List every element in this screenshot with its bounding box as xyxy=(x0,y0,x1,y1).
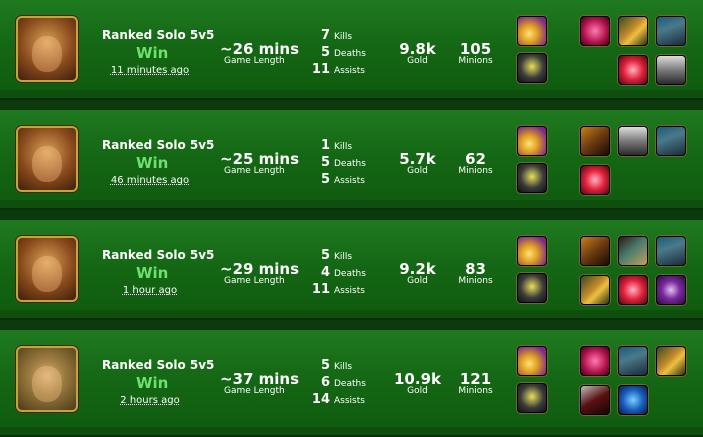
ruby-item-icon[interactable] xyxy=(580,165,610,195)
deaths-stat: 4 Deaths xyxy=(300,265,370,280)
kills-value: 5 xyxy=(320,248,330,263)
match-result: Win xyxy=(136,154,169,172)
kills-value: 7 xyxy=(320,28,330,43)
armor-item-icon[interactable] xyxy=(618,126,648,156)
assists-value: 14 xyxy=(311,392,330,407)
ruby-item-icon[interactable] xyxy=(618,275,648,305)
minions-label: Minions xyxy=(458,386,493,396)
game-length-label: Game Length xyxy=(224,386,285,396)
kills-value: 1 xyxy=(320,138,330,153)
game-length-label: Game Length xyxy=(224,276,285,286)
eye-item-icon[interactable] xyxy=(656,275,686,305)
assists-value: 11 xyxy=(311,62,330,77)
match-result: Win xyxy=(136,44,169,62)
champion-portrait-icon[interactable] xyxy=(16,236,78,302)
deaths-stat: 6 Deaths xyxy=(300,375,370,390)
queue-type: Ranked Solo 5v5 xyxy=(102,28,215,42)
flash-spell-icon[interactable] xyxy=(517,236,547,266)
deaths-value: 4 xyxy=(320,265,330,280)
assists-label: Assists xyxy=(334,176,365,186)
champion-portrait-icon[interactable] xyxy=(16,126,78,192)
kills-stat: 7 Kills xyxy=(300,28,370,43)
assists-label: Assists xyxy=(334,286,365,296)
match-row[interactable]: Ranked Solo 5v5 Win 46 minutes ago ~25 m… xyxy=(0,110,703,210)
game-length-label: Game Length xyxy=(224,166,285,176)
blade-item-icon[interactable] xyxy=(656,346,686,376)
deaths-value: 6 xyxy=(320,375,330,390)
deaths-label: Deaths xyxy=(334,269,366,279)
match-row[interactable]: Ranked Solo 5v5 Win 1 hour ago ~29 mins … xyxy=(0,220,703,320)
assists-label: Assists xyxy=(334,396,365,406)
match-result: Win xyxy=(136,374,169,392)
assists-stat: 14 Assists xyxy=(300,392,370,407)
kills-label: Kills xyxy=(334,32,353,42)
boots-item-icon[interactable] xyxy=(656,126,686,156)
deaths-stat: 5 Deaths xyxy=(300,45,370,60)
assists-label: Assists xyxy=(334,66,365,76)
kills-value: 5 xyxy=(320,358,330,373)
gold-label: Gold xyxy=(407,166,428,176)
flash-spell-icon[interactable] xyxy=(517,346,547,376)
crimson-item-icon[interactable] xyxy=(580,346,610,376)
kills-label: Kills xyxy=(334,142,353,152)
deaths-label: Deaths xyxy=(334,49,366,59)
deaths-label: Deaths xyxy=(334,379,366,389)
queue-type: Ranked Solo 5v5 xyxy=(102,358,215,372)
deaths-label: Deaths xyxy=(334,159,366,169)
assists-stat: 11 Assists xyxy=(300,62,370,77)
deaths-value: 5 xyxy=(320,155,330,170)
queue-type: Ranked Solo 5v5 xyxy=(102,138,215,152)
exhaust-spell-icon[interactable] xyxy=(517,273,547,303)
minions-label: Minions xyxy=(458,56,493,66)
kills-stat: 5 Kills xyxy=(300,358,370,373)
exhaust-spell-icon[interactable] xyxy=(517,53,547,83)
kills-stat: 1 Kills xyxy=(300,138,370,153)
time-ago: 11 minutes ago xyxy=(110,65,190,76)
crimson-item-icon[interactable] xyxy=(580,16,610,46)
gold-label: Gold xyxy=(407,56,428,66)
armor-item-icon[interactable] xyxy=(656,55,686,85)
assists-value: 5 xyxy=(320,172,330,187)
assists-stat: 5 Assists xyxy=(300,172,370,187)
minions-label: Minions xyxy=(458,276,493,286)
exhaust-spell-icon[interactable] xyxy=(517,163,547,193)
match-row[interactable]: Ranked Solo 5v5 Win 11 minutes ago ~26 m… xyxy=(0,0,703,100)
gauntlet-item-icon[interactable] xyxy=(580,236,610,266)
kills-label: Kills xyxy=(334,362,353,372)
mace-item-icon[interactable] xyxy=(580,385,610,415)
time-ago: 1 hour ago xyxy=(122,285,178,296)
time-ago: 46 minutes ago xyxy=(110,175,190,186)
blade-item-icon[interactable] xyxy=(618,16,648,46)
assists-stat: 11 Assists xyxy=(300,282,370,297)
gold-label: Gold xyxy=(407,276,428,286)
match-result: Win xyxy=(136,264,169,282)
flash-spell-icon[interactable] xyxy=(517,126,547,156)
champion-portrait-icon[interactable] xyxy=(16,16,78,82)
deaths-stat: 5 Deaths xyxy=(300,155,370,170)
assists-value: 11 xyxy=(311,282,330,297)
gold-label: Gold xyxy=(407,386,428,396)
time-ago: 2 hours ago xyxy=(120,395,180,406)
boots-item-icon[interactable] xyxy=(656,236,686,266)
flame-item-icon[interactable] xyxy=(618,385,648,415)
queue-type: Ranked Solo 5v5 xyxy=(102,248,215,262)
boots-item-icon[interactable] xyxy=(618,346,648,376)
deaths-value: 5 xyxy=(320,45,330,60)
flash-spell-icon[interactable] xyxy=(517,16,547,46)
kills-stat: 5 Kills xyxy=(300,248,370,263)
game-length-label: Game Length xyxy=(224,56,285,66)
ruby-item-icon[interactable] xyxy=(618,55,648,85)
blade-item-icon[interactable] xyxy=(580,275,610,305)
champion-portrait-icon[interactable] xyxy=(16,346,78,412)
exhaust-spell-icon[interactable] xyxy=(517,383,547,413)
kills-label: Kills xyxy=(334,252,353,262)
boots-item-icon[interactable] xyxy=(656,16,686,46)
match-row[interactable]: Ranked Solo 5v5 Win 2 hours ago ~37 mins… xyxy=(0,330,703,437)
gauntlet-item-icon[interactable] xyxy=(580,126,610,156)
minions-label: Minions xyxy=(458,166,493,176)
mask-item-icon[interactable] xyxy=(618,236,648,266)
